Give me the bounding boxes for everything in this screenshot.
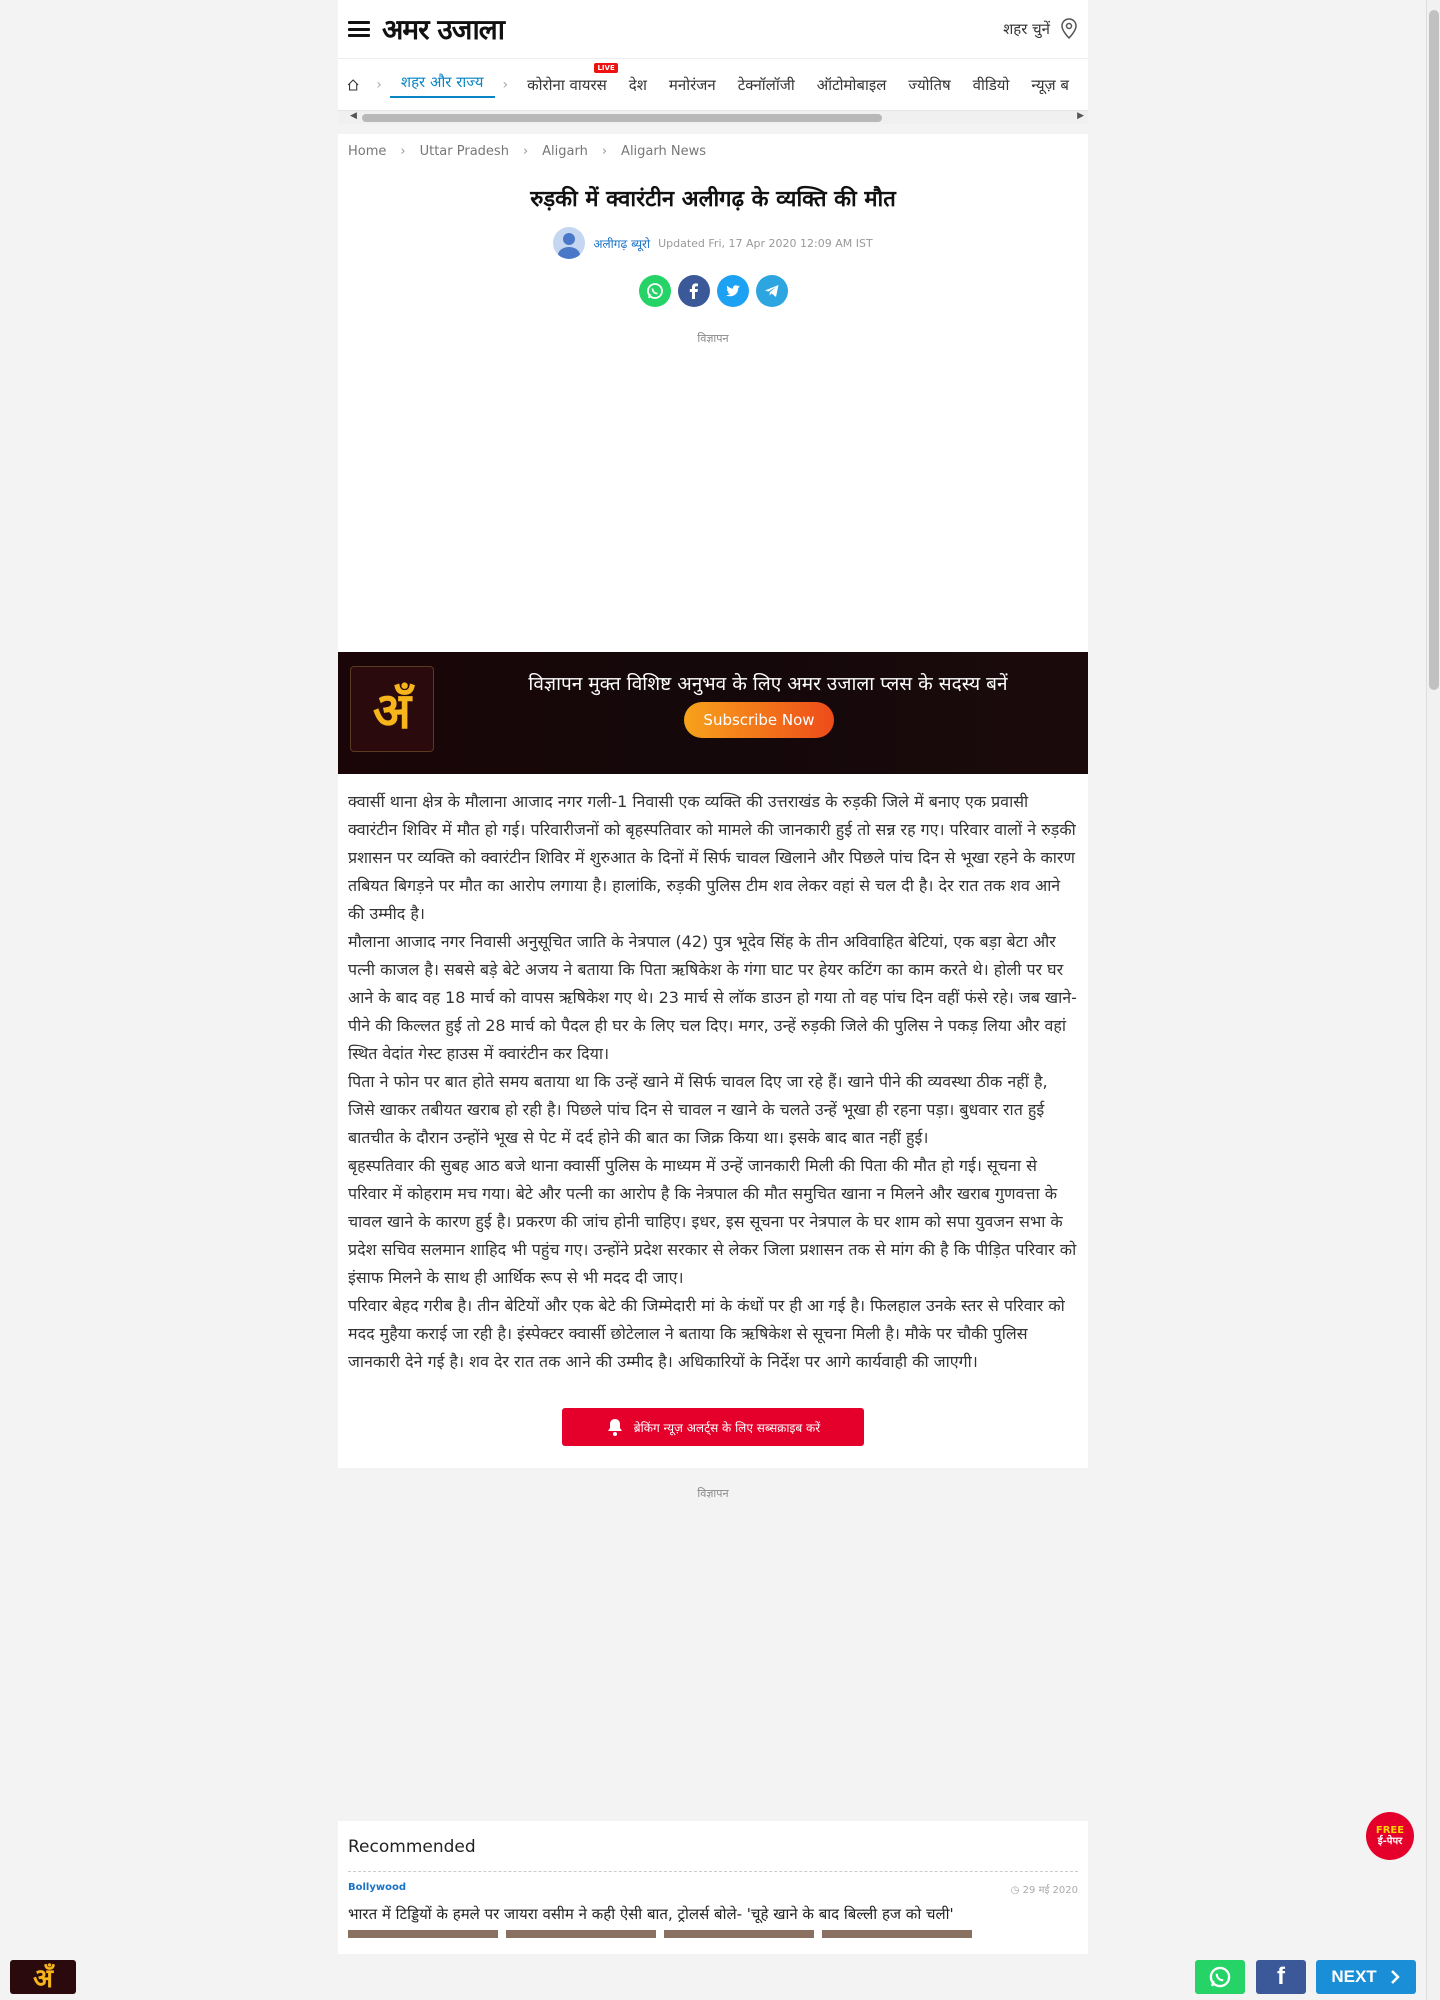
scroll-left-icon[interactable]: ◀ (350, 111, 357, 121)
breadcrumb-separator: › (601, 144, 608, 159)
nav-item-country[interactable]: देश (618, 75, 658, 95)
page-scrollbar[interactable] (1426, 0, 1440, 2000)
ad-slot (348, 346, 1078, 652)
recommended-thumbnails (348, 1930, 1078, 1938)
nav-scroll-thumb[interactable] (362, 114, 882, 122)
epaper-free-label: FREE (1375, 1825, 1405, 1836)
plus-banner-text: विज्ञापन मुक्त विशिष्ट अनुभव के लिए अमर … (528, 673, 1008, 695)
article-paragraph: मौलाना आजाद नगर निवासी अनुसूचित जाति के … (348, 932, 1077, 1063)
nav-item-coronavirus[interactable]: कोरोना वायरस LIVE (516, 62, 618, 95)
list-item-meta: Bollywood ◷ 29 मई 2020 (348, 1882, 1078, 1896)
breadcrumb-separator: › (400, 144, 406, 159)
article-title: रुड़की में क्वारंटीन अलीगढ़ के व्यक्ति क… (530, 187, 896, 212)
thumbnail-image[interactable] (348, 1930, 498, 1938)
article-paragraph: क्वार्सी थाना क्षेत्र के मौलाना आजाद नगर… (348, 792, 1076, 923)
nav-item-label: कोरोना वायरस (527, 75, 607, 94)
plus-subscription-banner: अँ विज्ञापन मुक्त विशिष्ट अनुभव के लिए अ… (338, 652, 1088, 774)
breaking-news-alert-button[interactable]: ब्रेकिंग न्यूज़ अलर्ट्स के लिए सब्सक्राइ… (562, 1408, 864, 1446)
ad-label: विज्ञापन (697, 1487, 729, 1500)
site-logo[interactable]: अमर उजाला (382, 10, 505, 48)
ad-slot (338, 1501, 1088, 1821)
nav-item-video[interactable]: वीडियो (962, 75, 1021, 95)
byline: अलीगढ़ ब्यूरो Updated Fri, 17 Apr 2020 1… (348, 227, 1078, 259)
breadcrumb-home[interactable]: Home (348, 144, 386, 159)
breadcrumb-city-news[interactable]: Aligarh News (621, 144, 706, 159)
recommended-category[interactable]: Bollywood (348, 1882, 406, 1896)
subscribe-now-button[interactable]: Subscribe Now (684, 702, 834, 738)
thumbnail-image[interactable] (506, 1930, 656, 1938)
breadcrumb: Home › Uttar Pradesh › Aligarh › Aligarh… (348, 144, 1078, 159)
facebook-icon[interactable]: f (1256, 1960, 1306, 1994)
article-paragraph: पिता ने फोन पर बात होते समय बताया था कि … (348, 1072, 1048, 1147)
location-pin-icon (1061, 18, 1077, 40)
page-container: अमर उजाला शहर चुनें › शहर और राज्य › कोर… (338, 0, 1088, 1954)
breadcrumb-separator: › (522, 144, 529, 159)
twitter-icon[interactable] (716, 275, 749, 307)
author-avatar (553, 227, 586, 259)
city-selector[interactable]: शहर चुनें (1003, 18, 1078, 40)
facebook-icon[interactable] (677, 275, 710, 307)
hamburger-icon[interactable] (348, 21, 370, 37)
city-label: शहर चुनें (1003, 20, 1050, 38)
bell-icon (607, 1419, 622, 1436)
thumbnail-image[interactable] (822, 1930, 972, 1938)
chevron-right-icon: › (502, 76, 509, 93)
ad-label: विज्ञापन (697, 332, 729, 345)
share-buttons (348, 275, 1078, 307)
plus-floating-logo[interactable]: अँ (10, 1960, 76, 1994)
plus-logo-glyph: अँ (372, 681, 412, 740)
recommended-heading: Recommended (348, 1837, 1078, 1872)
recommended-section: Recommended Bollywood ◷ 29 मई 2020 भारत … (338, 1821, 1088, 1954)
telegram-icon[interactable] (755, 275, 788, 307)
header-bar: अमर उजाला शहर चुनें (338, 0, 1088, 58)
recommended-title[interactable]: भारत में टिड्डियों के हमले पर जायरा वसीम… (348, 1904, 1078, 1924)
free-epaper-button[interactable]: FREE ई-पेपर (1366, 1812, 1414, 1860)
epaper-label: ई-पेपर (1377, 1836, 1403, 1847)
author-name[interactable]: अलीगढ़ ब्यूरो (593, 235, 650, 252)
chevron-right-icon (1390, 1970, 1400, 1984)
breadcrumb-city[interactable]: Aligarh (542, 144, 588, 159)
next-article-button[interactable]: NEXT (1316, 1960, 1416, 1994)
chevron-right-icon: › (376, 76, 382, 93)
article-paragraph: परिवार बेहद गरीब है। तीन बेटियों और एक ब… (348, 1296, 1065, 1371)
alert-button-label: ब्रेकिंग न्यूज़ अलर्ट्स के लिए सब्सक्राइ… (633, 1420, 821, 1435)
article-paragraph: बृहस्पतिवार की सुबह आठ बजे थाना क्वार्सी… (348, 1156, 1077, 1287)
home-icon[interactable] (346, 75, 360, 95)
thumbnail-image[interactable] (664, 1930, 814, 1938)
updated-timestamp: Updated Fri, 17 Apr 2020 12:09 AM IST (658, 236, 873, 250)
amar-ujala-plus-logo: अँ (350, 666, 434, 752)
nav-item-technology[interactable]: टेक्नॉलॉजी (727, 75, 806, 95)
whatsapp-icon[interactable] (638, 275, 671, 307)
recommended-date-text: 29 मई 2020 (1022, 1885, 1078, 1896)
whatsapp-icon[interactable] (1195, 1960, 1245, 1994)
recommended-date: ◷ 29 मई 2020 (1010, 1885, 1078, 1896)
nav-item-astrology[interactable]: ज्योतिष (897, 75, 961, 95)
next-label: NEXT (1331, 1967, 1377, 1986)
breadcrumb-state[interactable]: Uttar Pradesh (420, 144, 509, 159)
nav-item-news[interactable]: न्यूज़ ब (1020, 75, 1080, 95)
article-body: क्वार्सी थाना क्षेत्र के मौलाना आजाद नगर… (348, 788, 1078, 1376)
scroll-right-icon[interactable]: ▶ (1077, 111, 1084, 121)
page-scroll-thumb[interactable] (1429, 10, 1439, 690)
nav-scrollbar[interactable]: ◀ ▶ (338, 110, 1088, 124)
nav-item-entertainment[interactable]: मनोरंजन (658, 75, 727, 95)
article-card: Home › Uttar Pradesh › Aligarh › Aligarh… (338, 134, 1088, 1468)
alert-wrapper: ब्रेकिंग न्यूज़ अलर्ट्स के लिए सब्सक्राइ… (348, 1408, 1078, 1446)
floating-logo-glyph: अँ (33, 1964, 53, 1994)
category-nav: › शहर और राज्य › कोरोना वायरस LIVE देश मन… (338, 58, 1088, 110)
live-badge: LIVE (594, 62, 618, 73)
nav-item-states[interactable]: शहर और राज्य (389, 72, 495, 98)
nav-item-automobile[interactable]: ऑटोमोबाइल (806, 75, 898, 95)
